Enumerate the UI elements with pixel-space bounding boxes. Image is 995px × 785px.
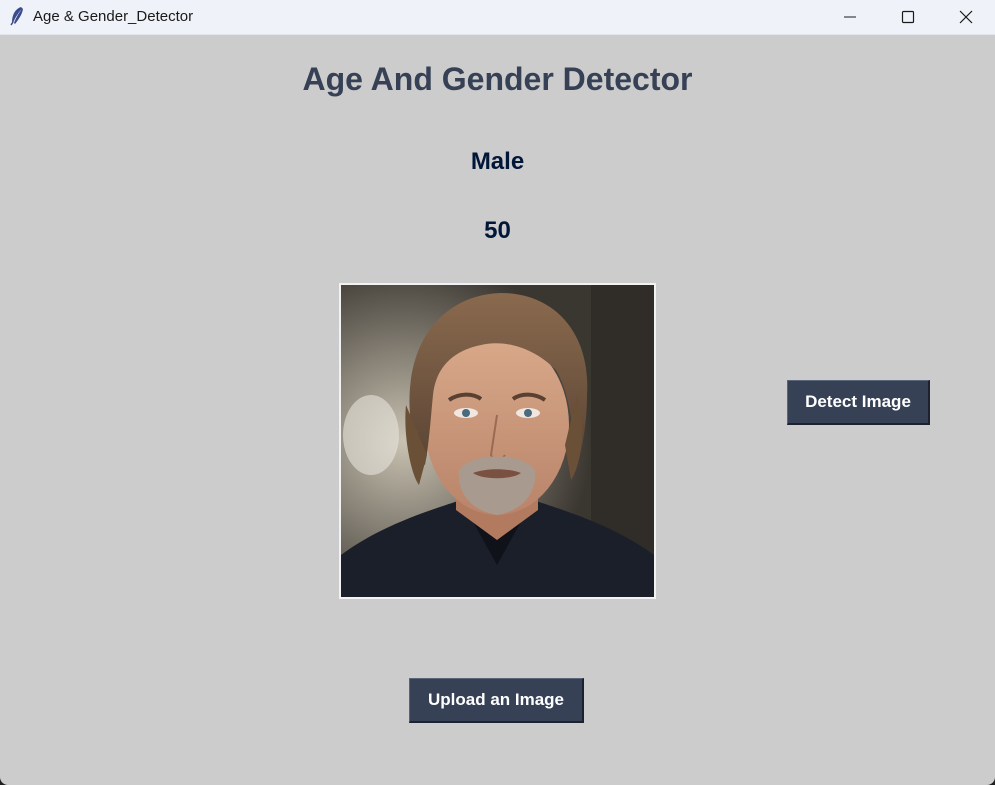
minimize-button[interactable] — [821, 0, 879, 34]
minimize-icon — [843, 10, 857, 24]
title-bar[interactable]: Age & Gender_Detector — [0, 0, 995, 35]
page-title: Age And Gender Detector — [302, 61, 693, 97]
age-result-label: 50 — [484, 217, 511, 244]
upload-image-button[interactable]: Upload an Image — [409, 678, 584, 723]
portrait-photo — [341, 285, 654, 597]
feather-icon — [9, 6, 25, 26]
close-icon — [959, 10, 973, 24]
app-window: Age & Gender_Detector Age And Gender Det… — [0, 0, 995, 785]
uploaded-image — [339, 283, 656, 599]
close-button[interactable] — [937, 0, 995, 34]
detect-image-button[interactable]: Detect Image — [787, 380, 930, 425]
gender-result-label: Male — [470, 148, 525, 175]
maximize-button[interactable] — [879, 0, 937, 34]
main-content: Age And Gender Detector Male 50 Detect I… — [0, 35, 995, 785]
maximize-icon — [901, 10, 915, 24]
window-title: Age & Gender_Detector — [33, 8, 194, 25]
